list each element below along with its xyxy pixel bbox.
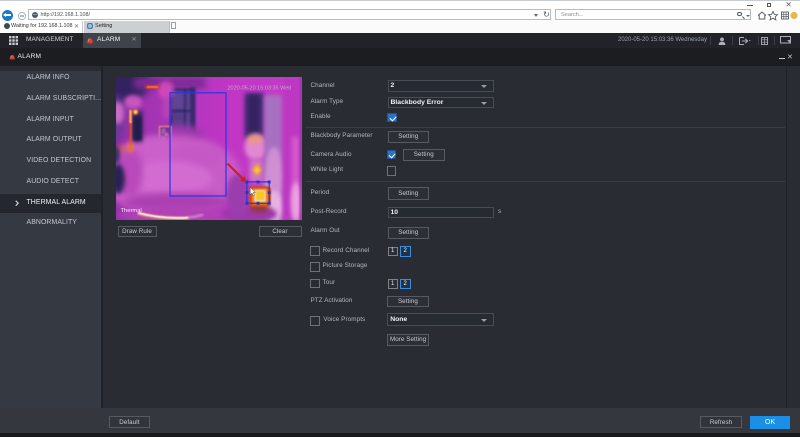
svg-text:2020-05-20 15:03:35 Wed: 2020-05-20 15:03:35 Wed [228, 86, 292, 92]
svg-text:Thermal: Thermal [121, 208, 142, 214]
